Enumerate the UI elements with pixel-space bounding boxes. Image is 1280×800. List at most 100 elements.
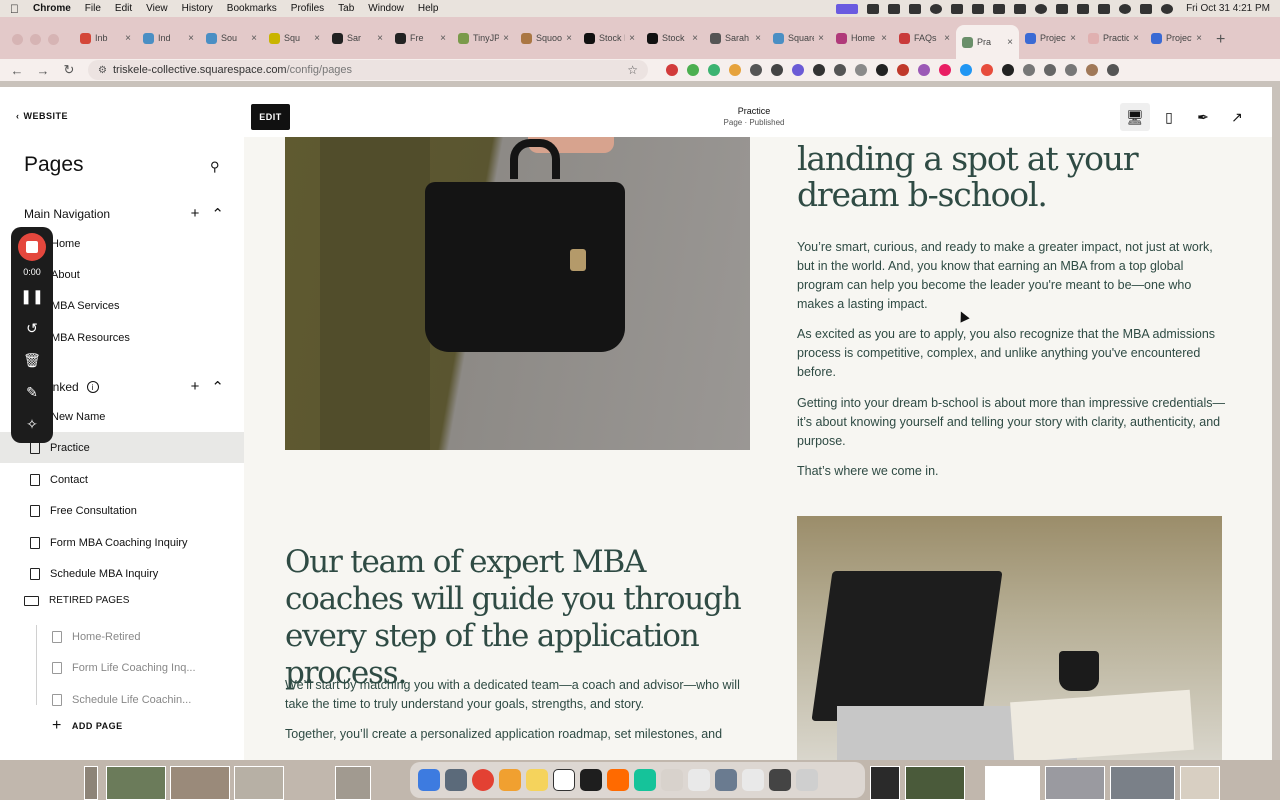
- desktop-thumbnail[interactable]: [1180, 766, 1220, 800]
- desktop-thumbnail[interactable]: [335, 766, 371, 800]
- ext-9-icon[interactable]: [834, 64, 846, 76]
- page-item-schedule-life-coaching[interactable]: Schedule Life Coachin...: [0, 684, 244, 715]
- tab-search-icon[interactable]: [1065, 64, 1077, 76]
- desktop-view-icon[interactable]: 🖥: [1120, 103, 1150, 131]
- back-arrow-icon[interactable]: ←: [10, 63, 24, 78]
- tab-close-icon[interactable]: ×: [1133, 33, 1139, 44]
- battery-icon[interactable]: [1077, 3, 1090, 14]
- grammarly-status-icon[interactable]: [1035, 3, 1048, 14]
- grammarly-icon[interactable]: [634, 769, 656, 791]
- menu-profiles[interactable]: Profiles: [291, 3, 324, 14]
- tab-close-icon[interactable]: ×: [944, 33, 950, 44]
- chrome-icon[interactable]: [472, 769, 494, 791]
- tab-close-icon[interactable]: ×: [755, 33, 761, 44]
- notion-icon[interactable]: [553, 769, 575, 791]
- sync-status-icon[interactable]: [930, 3, 943, 14]
- drive-extension-icon[interactable]: [687, 64, 699, 76]
- menu-tab[interactable]: Tab: [338, 3, 354, 14]
- desktop-file-zip[interactable]: [84, 766, 98, 800]
- tab-close-icon[interactable]: ×: [881, 33, 887, 44]
- search-icon[interactable]: [1119, 3, 1132, 14]
- ext-8-icon[interactable]: [813, 64, 825, 76]
- desktop-thumbnail[interactable]: [985, 766, 1040, 800]
- profile-avatar[interactable]: [1086, 64, 1098, 76]
- bookmarks-star-icon[interactable]: [1044, 64, 1056, 76]
- pause-icon[interactable]: ❚❚: [20, 283, 43, 309]
- menu-clock[interactable]: Fri Oct 31 4:21 PM: [1186, 3, 1270, 14]
- page-item-contact[interactable]: Contact: [0, 464, 244, 495]
- screen-recorder-status-icon[interactable]: [836, 3, 859, 14]
- tab-close-icon[interactable]: ×: [503, 33, 509, 44]
- finder-icon[interactable]: [418, 769, 440, 791]
- browser-tab[interactable]: Stock I ×: [578, 23, 641, 53]
- browser-tab[interactable]: Ind ×: [137, 23, 200, 53]
- ext-16-icon[interactable]: [981, 64, 993, 76]
- drive-status-icon[interactable]: [909, 3, 922, 14]
- document-icon[interactable]: [688, 769, 710, 791]
- retired-pages-header[interactable]: RETIRED PAGES: [24, 595, 129, 606]
- document-icon[interactable]: [742, 769, 764, 791]
- menu-help[interactable]: Help: [418, 3, 439, 14]
- menu-file[interactable]: File: [85, 3, 101, 14]
- clipboard-status-icon[interactable]: [993, 3, 1006, 14]
- close-box-status-icon[interactable]: [951, 3, 964, 14]
- messages-status-icon[interactable]: [867, 3, 880, 14]
- main-navigation-header[interactable]: Main Navigation + ⌃: [24, 205, 224, 223]
- add-icon[interactable]: +: [191, 205, 200, 223]
- minimize-window-button[interactable]: [30, 34, 41, 45]
- browser-tab[interactable]: Sar ×: [326, 23, 389, 53]
- page-item-home-retired[interactable]: Home-Retired: [0, 621, 244, 652]
- address-bar[interactable]: ⚙ triskele-collective.squarespace.com/co…: [88, 60, 648, 80]
- ext-7-icon[interactable]: [792, 64, 804, 76]
- tab-close-icon[interactable]: ×: [692, 33, 698, 44]
- ext-4-icon[interactable]: [729, 64, 741, 76]
- reload-icon[interactable]: ↻: [62, 62, 76, 78]
- sheets-extension-icon[interactable]: [708, 64, 720, 76]
- restart-icon[interactable]: ↺: [26, 315, 38, 341]
- new-tab-button[interactable]: +: [1216, 31, 1225, 49]
- browser-tab[interactable]: Project ×: [1145, 23, 1208, 53]
- menu-app-name[interactable]: Chrome: [33, 3, 71, 14]
- folder-icon[interactable]: [715, 769, 737, 791]
- desktop-thumbnail[interactable]: [106, 766, 166, 800]
- siri-icon[interactable]: [1161, 3, 1174, 14]
- chrome-menu-icon[interactable]: [1107, 64, 1119, 76]
- launchpad-icon[interactable]: [499, 769, 521, 791]
- ext-5-icon[interactable]: [750, 64, 762, 76]
- bluetooth-icon[interactable]: [1056, 3, 1069, 14]
- illustrator-icon[interactable]: [607, 769, 629, 791]
- open-external-icon[interactable]: ↗: [1222, 103, 1252, 131]
- tab-close-icon[interactable]: ×: [314, 33, 320, 44]
- desktop-thumbnail[interactable]: [1110, 766, 1175, 800]
- trash-icon[interactable]: 🗑: [23, 347, 41, 373]
- chat-status-icon[interactable]: [1014, 3, 1027, 14]
- effects-icon[interactable]: ✧: [26, 411, 38, 437]
- browser-tab[interactable]: Square ×: [767, 23, 830, 53]
- ext-12-icon[interactable]: [897, 64, 909, 76]
- chevron-up-icon[interactable]: ⌃: [211, 378, 224, 396]
- tab-close-icon[interactable]: ×: [125, 33, 131, 44]
- wifi-icon[interactable]: [1098, 3, 1111, 14]
- browser-tab[interactable]: Inb ×: [74, 23, 137, 53]
- ext-17-icon[interactable]: [1002, 64, 1014, 76]
- page-item-form-life-coaching[interactable]: Form Life Coaching Inq...: [0, 652, 244, 683]
- back-to-website-link[interactable]: ‹ WEBSITE: [16, 111, 68, 121]
- tab-close-icon[interactable]: ×: [188, 33, 194, 44]
- trash-icon[interactable]: [796, 769, 818, 791]
- page-item-schedule-mba-inquiry[interactable]: Schedule MBA Inquiry: [0, 558, 244, 589]
- browser-tab[interactable]: Sou ×: [200, 23, 263, 53]
- page-item-form-mba-coaching[interactable]: Form MBA Coaching Inquiry: [0, 527, 244, 558]
- browser-tab[interactable]: TinyJP ×: [452, 23, 515, 53]
- zoom-window-button[interactable]: [48, 34, 59, 45]
- browser-tab[interactable]: Home ×: [830, 23, 893, 53]
- edit-button[interactable]: EDIT: [251, 104, 290, 130]
- browser-tab[interactable]: Practic ×: [1082, 23, 1145, 53]
- stop-recording-button[interactable]: [18, 233, 46, 261]
- tab-close-icon[interactable]: ×: [440, 33, 446, 44]
- menu-edit[interactable]: Edit: [115, 3, 132, 14]
- tab-close-icon[interactable]: ×: [629, 33, 635, 44]
- notion-status-icon[interactable]: [972, 3, 985, 14]
- help-icon[interactable]: [661, 769, 683, 791]
- desktop-thumbnail[interactable]: [870, 766, 900, 800]
- ext-grid-icon[interactable]: [771, 64, 783, 76]
